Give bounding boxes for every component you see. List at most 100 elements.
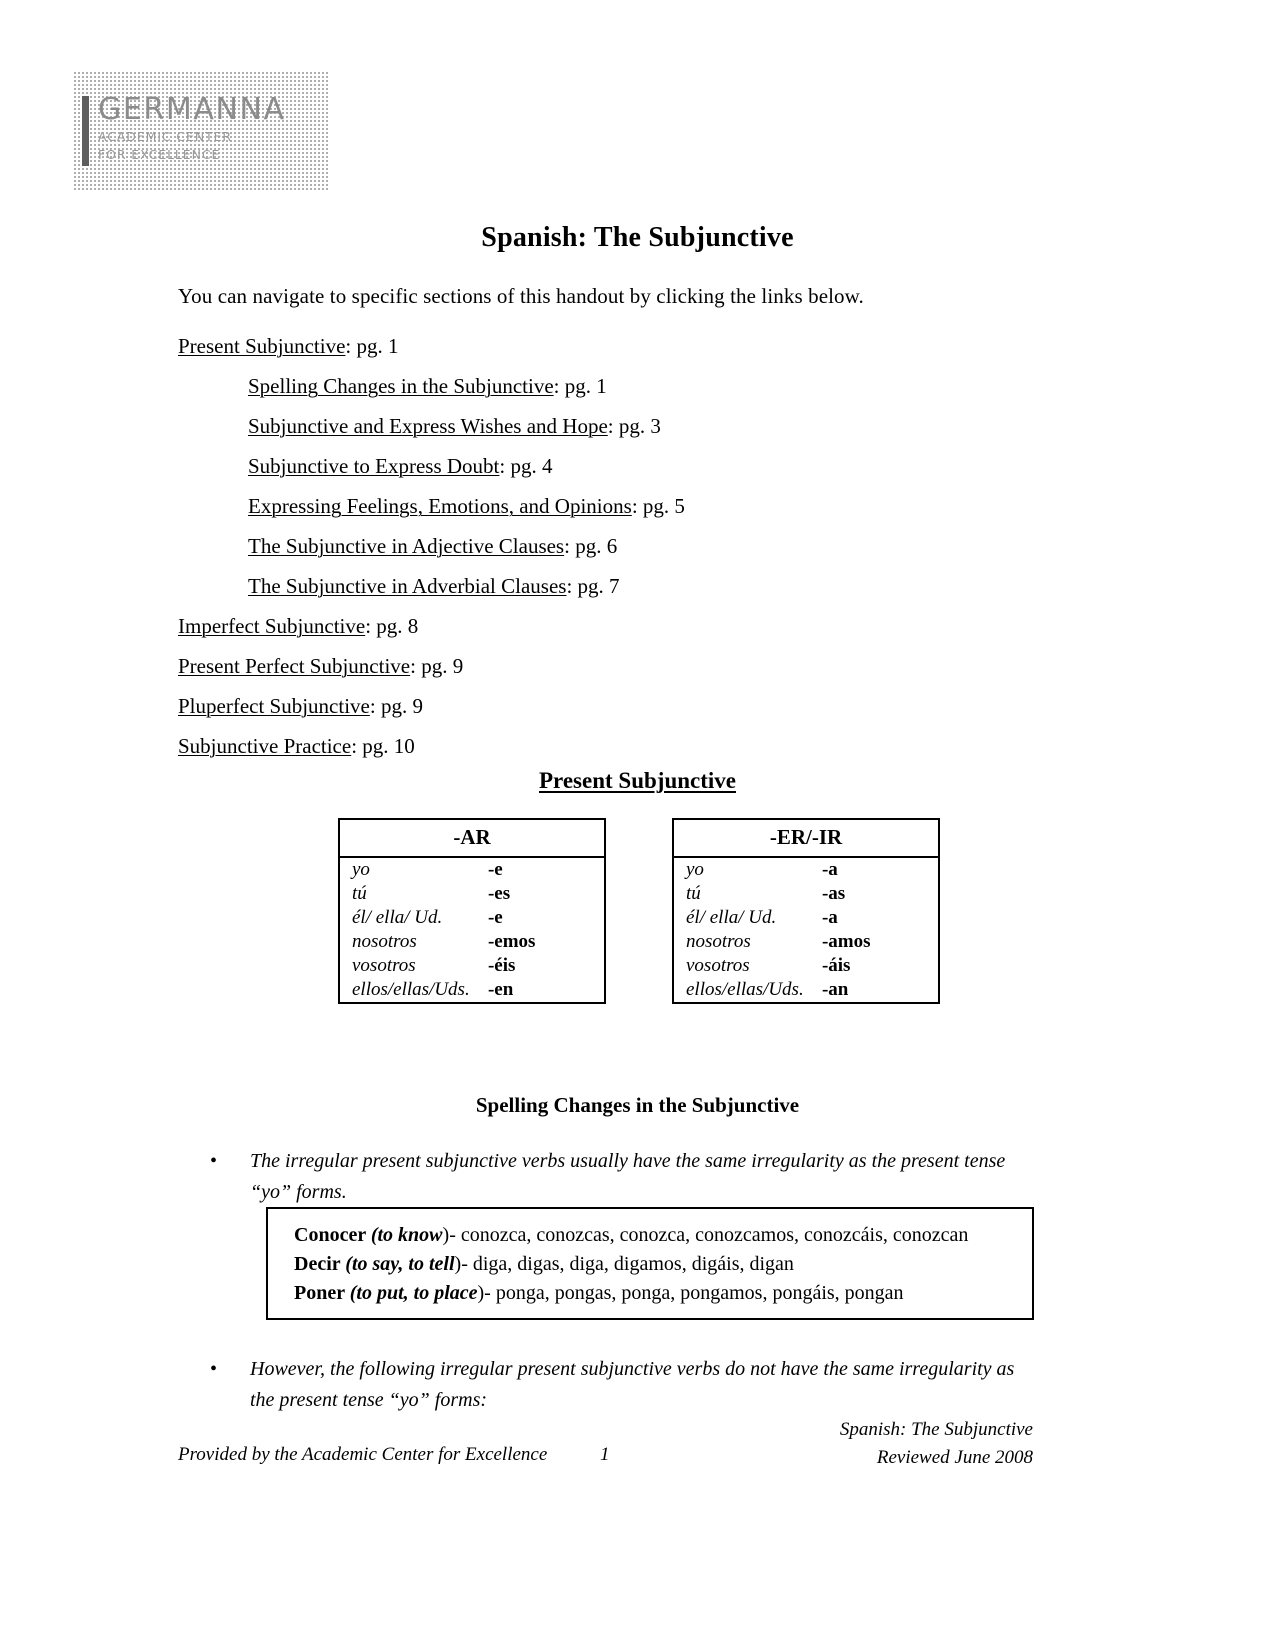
toc-link[interactable]: Pluperfect Subjunctive <box>178 694 370 718</box>
verb-translation: (to say, to tell <box>345 1253 455 1275</box>
table-row: él/ ella/ Ud. -a <box>673 906 939 930</box>
verb-conjugations: )- diga, digas, diga, digamos, digáis, d… <box>454 1253 794 1275</box>
pronoun-cell: tú <box>686 883 701 904</box>
logo-tagline-line2: FOR EXCELLENCE <box>98 147 221 162</box>
ending-cell: -a <box>821 907 838 928</box>
bullet-text: However, the following irregular present… <box>250 1358 1015 1411</box>
table-row: vosotros -áis <box>673 954 939 978</box>
toc-page: : pg. 6 <box>564 534 618 558</box>
pronoun-cell: ellos/ellas/Uds. <box>352 979 470 1000</box>
verb-infinitive: Poner <box>294 1282 350 1304</box>
table-row: nosotros -emos <box>339 930 605 954</box>
table-row: nosotros -amos <box>673 930 939 954</box>
toc-page: : pg. 8 <box>365 614 419 638</box>
conjugation-table-er-ir: -ER/-IR yo -a tú -as él/ ella/ Ud. -a nosotros… <box>672 818 940 1004</box>
verb-conjugations: )- conozca, conozcas, conozca, conozcamo… <box>442 1224 969 1246</box>
toc-link[interactable]: Subjunctive to Express Doubt <box>248 454 499 478</box>
conjugation-tables: -AR yo -e tú -es él/ ella/ Ud. -e nosotros -emo… <box>338 818 978 1004</box>
germanna-logo: GERMANNA ACADEMIC CENTER FOR EXCELLENCE <box>74 72 329 192</box>
pronoun-cell: tú <box>352 883 367 904</box>
table-row: ellos/ellas/Uds. -an <box>673 978 939 1003</box>
pronoun-cell: él/ ella/ Ud. <box>686 907 777 928</box>
ending-cell: -es <box>487 883 511 904</box>
conjugation-table-ar: -AR yo -e tú -es él/ ella/ Ud. -e nosotros -emo… <box>338 818 606 1004</box>
intro-paragraph: You can navigate to specific sections of… <box>178 284 864 308</box>
table-row: ellos/ellas/Uds. -en <box>339 978 605 1003</box>
logo-wordmark: GERMANNA <box>98 92 286 127</box>
toc-page: : pg. 4 <box>499 454 553 478</box>
bullet-item: • However, the following irregular prese… <box>210 1354 1020 1416</box>
pronoun-cell: vosotros <box>352 955 416 976</box>
logo-text: GERMANNA ACADEMIC CENTER FOR EXCELLENCE <box>98 92 286 163</box>
pronoun-cell: él/ ella/ Ud. <box>352 907 443 928</box>
verb-infinitive: Conocer <box>294 1224 371 1246</box>
bullet-text: The irregular present subjunctive verbs … <box>250 1150 1006 1203</box>
toc-link[interactable]: Subjunctive and Express Wishes and Hope <box>248 414 608 438</box>
ending-cell: -e <box>487 907 503 928</box>
footer-right: Spanish: The Subjunctive Reviewed June 2… <box>840 1416 1033 1472</box>
toc-page: : pg. 7 <box>566 574 620 598</box>
toc-row: Spelling Changes in the Subjunctive: pg.… <box>178 366 1078 406</box>
ending-cell: -an <box>821 979 849 1000</box>
subsection-heading-spelling-changes: Spelling Changes in the Subjunctive <box>475 1093 800 1117</box>
verb-example-line: Poner (to put, to place)- ponga, pongas,… <box>294 1279 1018 1308</box>
page-title: Spanish: The Subjunctive <box>481 222 794 253</box>
verb-conjugations: )- ponga, pongas, ponga, pongamos, pongá… <box>477 1282 904 1304</box>
footer-provided-by: Provided by the Academic Center for Exce… <box>178 1444 548 1465</box>
verb-translation: (to put, to place <box>349 1282 478 1304</box>
toc-link[interactable]: Present Perfect Subjunctive <box>178 654 410 678</box>
verb-examples-box: Conocer (to know)- conozca, conozcas, co… <box>266 1207 1034 1320</box>
verb-translation: (to know <box>370 1224 443 1246</box>
footer-page-number: 1 <box>600 1444 610 1465</box>
table-row: tú -as <box>673 882 939 906</box>
ending-cell: -a <box>821 859 838 880</box>
logo-bar-icon <box>82 96 89 166</box>
pronoun-cell: nosotros <box>352 931 417 952</box>
bullet-dot-icon: • <box>210 1358 218 1380</box>
section-heading-label: Present Subjunctive <box>539 768 736 793</box>
toc-page: : pg. 9 <box>369 694 423 718</box>
bullet-item: • The irregular present subjunctive verb… <box>210 1146 1030 1208</box>
table-header-ar: -AR <box>339 819 605 858</box>
toc-link[interactable]: The Subjunctive in Adjective Clauses <box>248 534 564 558</box>
logo-inner: GERMANNA ACADEMIC CENTER FOR EXCELLENCE <box>82 94 286 166</box>
table-row: tú -es <box>339 882 605 906</box>
toc-link[interactable]: The Subjunctive in Adverbial Clauses <box>248 574 566 598</box>
table-row: yo -e <box>339 857 605 882</box>
section-heading-present-subjunctive: Present Subjunctive <box>0 768 1275 794</box>
ending-cell: -emos <box>487 931 536 952</box>
bullet-dot-icon: • <box>210 1150 218 1172</box>
footer-revision-date: Reviewed June 2008 <box>876 1447 1033 1468</box>
toc-link[interactable]: Imperfect Subjunctive <box>178 614 365 638</box>
toc-row: Present Subjunctive: pg. 1 <box>178 326 1078 366</box>
toc-page: : pg. 10 <box>351 734 415 758</box>
toc-link[interactable]: Expressing Feelings, Emotions, and Opini… <box>248 494 632 518</box>
ending-cell: -amos <box>821 931 871 952</box>
pronoun-cell: ellos/ellas/Uds. <box>686 979 804 1000</box>
toc-row: The Subjunctive in Adjective Clauses: pg… <box>178 526 1078 566</box>
toc-row: Pluperfect Subjunctive: pg. 9 <box>178 686 1078 726</box>
toc-row: Subjunctive and Express Wishes and Hope:… <box>178 406 1078 446</box>
toc-row: Expressing Feelings, Emotions, and Opini… <box>178 486 1078 526</box>
table-row: yo -a <box>673 857 939 882</box>
toc-page: : pg. 9 <box>410 654 464 678</box>
table-row: vosotros -éis <box>339 954 605 978</box>
toc-page: : pg. 1 <box>553 374 607 398</box>
toc-row: The Subjunctive in Adverbial Clauses: pg… <box>178 566 1078 606</box>
logo-tagline-line1: ACADEMIC CENTER <box>98 129 233 144</box>
verb-infinitive: Decir <box>294 1253 346 1275</box>
ending-cell: -e <box>487 859 503 880</box>
toc-page: : pg. 5 <box>631 494 685 518</box>
ending-cell: -éis <box>487 955 516 976</box>
toc-link[interactable]: Spelling Changes in the Subjunctive <box>248 374 554 398</box>
verb-example-line: Decir (to say, to tell)- diga, digas, di… <box>294 1250 1018 1279</box>
pronoun-cell: nosotros <box>686 931 751 952</box>
ending-cell: -en <box>487 979 514 1000</box>
pronoun-cell: yo <box>686 859 704 880</box>
toc-page: : pg. 1 <box>345 334 399 358</box>
toc-row: Subjunctive to Express Doubt: pg. 4 <box>178 446 1078 486</box>
table-of-contents: Present Subjunctive: pg. 1 Spelling Chang… <box>178 326 1078 766</box>
toc-link[interactable]: Present Subjunctive <box>178 334 345 358</box>
pronoun-cell: yo <box>352 859 370 880</box>
toc-link[interactable]: Subjunctive Practice <box>178 734 351 758</box>
